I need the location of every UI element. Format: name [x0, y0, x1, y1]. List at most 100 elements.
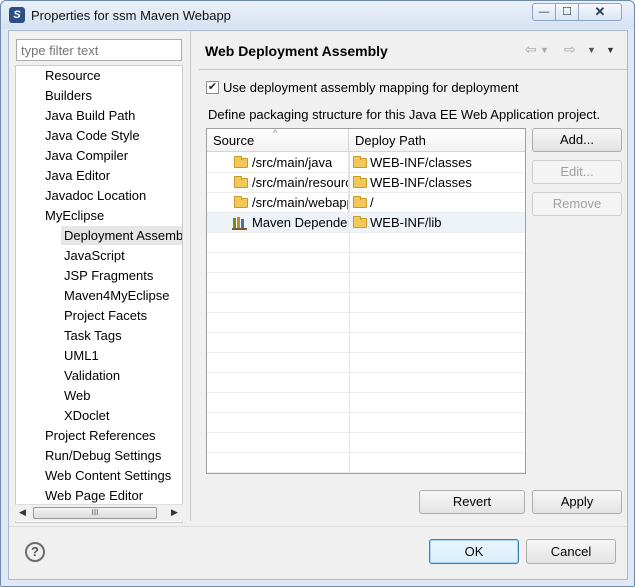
source-cell: /src/main/webapp — [207, 193, 349, 213]
edit-button[interactable]: Edit... — [532, 160, 622, 184]
header-separator — [199, 69, 627, 70]
ok-button[interactable]: OK — [429, 539, 519, 564]
revert-button[interactable]: Revert — [419, 490, 525, 514]
table-row — [207, 253, 525, 273]
window-title: Properties for ssm Maven Webapp — [31, 8, 231, 23]
table-row — [207, 333, 525, 353]
table-row[interactable]: /src/main/java WEB-INF/classes — [207, 153, 525, 173]
property-tree: Resource Builders Java Build Path Java Code… — [15, 65, 183, 523]
tree-item[interactable]: JSP Fragments — [61, 266, 156, 285]
minimize-button[interactable]: — — [532, 3, 556, 21]
cancel-button[interactable]: Cancel — [526, 539, 616, 564]
source-path-text: /src/main/resources — [252, 175, 348, 190]
tree-item[interactable]: Java Compiler — [42, 146, 131, 165]
tree-item[interactable]: JavaScript — [61, 246, 128, 265]
back-arrow-icon[interactable]: ⇦ — [525, 41, 537, 58]
tree-item[interactable]: Java Code Style — [42, 126, 143, 145]
table-row — [207, 273, 525, 293]
tree-item[interactable]: Validation — [61, 366, 123, 385]
tree-item[interactable]: Deployment Assembly — [61, 226, 182, 245]
pane-divider[interactable] — [190, 31, 194, 521]
folder-icon — [234, 156, 248, 168]
tree-item[interactable]: Project References — [42, 426, 159, 445]
deploy-path-cell: WEB-INF/lib — [349, 213, 525, 233]
close-button[interactable]: ✕ — [578, 3, 622, 21]
folder-icon — [353, 216, 367, 228]
tree-item[interactable]: Java Editor — [42, 166, 113, 185]
deploy-path-text: WEB-INF/classes — [370, 155, 472, 170]
mapping-checkbox-label[interactable]: Use deployment assembly mapping for depl… — [223, 80, 519, 95]
back-menu-chevron-icon[interactable]: ▼ — [540, 45, 549, 55]
tree-item[interactable]: Run/Debug Settings — [42, 446, 164, 465]
deploy-path-cell: WEB-INF/classes — [349, 173, 525, 193]
mapping-checkbox[interactable]: ✔ — [206, 81, 219, 94]
folder-icon — [353, 176, 367, 188]
table-row — [207, 433, 525, 453]
maximize-button[interactable]: ☐ — [555, 3, 579, 21]
forward-arrow-icon[interactable]: ⇨ — [564, 41, 576, 58]
table-row — [207, 393, 525, 413]
source-path-text: /src/main/webapp — [252, 195, 349, 210]
table-row[interactable]: /src/main/resources WEB-INF/classes — [207, 173, 525, 193]
tree-item[interactable]: Resource — [42, 66, 104, 85]
remove-button[interactable]: Remove — [532, 192, 622, 216]
deploy-path-text: WEB-INF/classes — [370, 175, 472, 190]
sort-ascending-icon: ^ — [273, 128, 278, 138]
help-icon[interactable]: ? — [25, 542, 45, 562]
folder-icon — [353, 196, 367, 208]
table-row — [207, 233, 525, 253]
source-cell: /src/main/resources — [207, 173, 349, 193]
source-cell: /src/main/java — [207, 153, 349, 173]
tree-item[interactable]: Project Facets — [61, 306, 150, 325]
forward-menu-chevron-icon[interactable]: ▼ — [587, 45, 596, 55]
dialog-client-area: ResourceBuildersJava Build PathJava Code… — [8, 30, 628, 580]
folder-icon — [353, 156, 367, 168]
page-title: Web Deployment Assembly — [205, 43, 388, 59]
library-icon — [232, 217, 247, 230]
footer-separator — [9, 526, 627, 527]
eclipse-logo-icon: S — [9, 7, 25, 23]
table-row — [207, 313, 525, 333]
tree-item[interactable]: Task Tags — [61, 326, 125, 345]
table-row — [207, 353, 525, 373]
tree-item[interactable]: Web Content Settings — [42, 466, 174, 485]
deploy-path-header-label: Deploy Path — [355, 133, 426, 148]
tree-item[interactable]: Web Page Editor — [42, 486, 146, 505]
apply-button[interactable]: Apply — [532, 490, 622, 514]
source-header-label: Source — [213, 133, 255, 148]
source-path-text: Maven Dependencies — [252, 215, 348, 230]
table-row[interactable]: /src/main/webapp / — [207, 193, 525, 213]
title-bar[interactable]: S Properties for ssm Maven Webapp — ☐ ✕ — [1, 1, 634, 29]
deploy-path-text: / — [370, 195, 374, 210]
view-menu-icon[interactable]: ▼ — [606, 45, 615, 55]
table-row — [207, 413, 525, 433]
properties-dialog: S Properties for ssm Maven Webapp — ☐ ✕ … — [0, 0, 635, 587]
tree-item[interactable]: Builders — [42, 86, 95, 105]
deployment-table: Source ^ Deploy Path /src/main/java WEB-I… — [206, 128, 526, 474]
table-row — [207, 453, 525, 473]
deploy-path-text: WEB-INF/lib — [370, 215, 442, 230]
scroll-thumb[interactable]: III — [33, 507, 157, 519]
tree-item[interactable]: UML1 — [61, 346, 102, 365]
add-button[interactable]: Add... — [532, 128, 622, 152]
tree-item[interactable]: MyEclipse — [42, 206, 107, 225]
source-path-text: /src/main/java — [252, 155, 333, 170]
tree-horizontal-scrollbar[interactable]: ◀ III ▶ — [15, 504, 183, 521]
tree-item[interactable]: Javadoc Location — [42, 186, 149, 205]
table-row — [207, 373, 525, 393]
page-description: Define packaging structure for this Java… — [208, 107, 601, 122]
filter-input[interactable] — [16, 39, 182, 61]
table-row[interactable]: Maven Dependencies WEB-INF/lib — [207, 213, 525, 233]
tree-item[interactable]: XDoclet — [61, 406, 113, 425]
scroll-left-icon[interactable]: ◀ — [19, 507, 26, 518]
source-cell: Maven Dependencies — [207, 213, 349, 233]
deploy-path-column-header[interactable]: Deploy Path — [349, 129, 525, 152]
scroll-right-icon[interactable]: ▶ — [171, 507, 178, 518]
source-column-header[interactable]: Source ^ — [207, 129, 349, 152]
folder-icon — [234, 196, 248, 208]
tree-item[interactable]: Maven4MyEclipse — [61, 286, 173, 305]
tree-item[interactable]: Web — [61, 386, 94, 405]
deploy-path-cell: WEB-INF/classes — [349, 153, 525, 173]
folder-icon — [234, 176, 248, 188]
tree-item[interactable]: Java Build Path — [42, 106, 138, 125]
